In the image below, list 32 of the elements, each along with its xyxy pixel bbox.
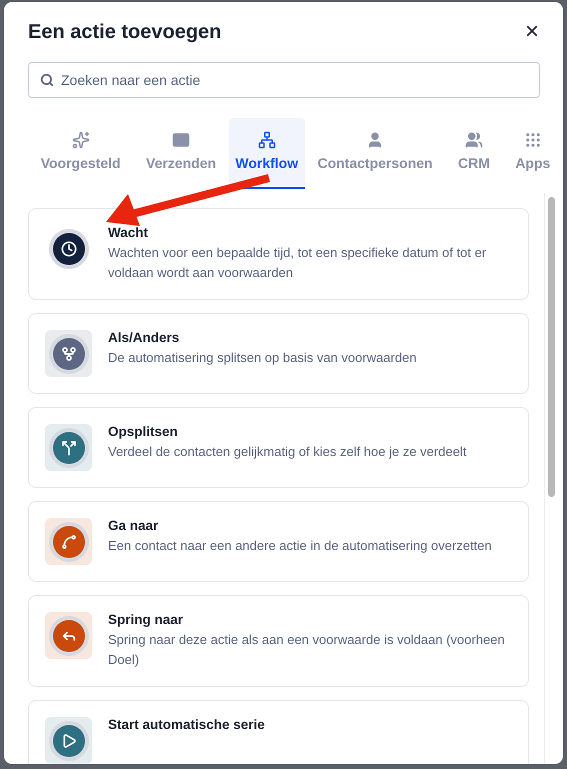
action-description: Wachten voor een bepaalde tijd, tot een specifieke datum of tot er voldaan wordt aan voorwaarden [108, 244, 488, 282]
action-card[interactable]: Als/Anders De automatisering splitsen op basis van voorwaarden [28, 313, 529, 394]
action-description: Verdeel de contacten gelijkmatig of kies zelf hoe je ze verdeelt [108, 443, 466, 461]
action-description: Een contact naar een andere actie in de automatisering overzetten [108, 537, 492, 555]
search-field[interactable]: Zoeken naar een actie [28, 62, 540, 98]
action-card[interactable]: Opsplitsen Verdeel de contacten gelijkmatig of kies zelf hoe je ze verdeelt [28, 407, 529, 488]
action-description: Spring naar deze actie als aan een voorwaarde is voldaan (voorheen Doel) [108, 631, 506, 669]
search-icon [40, 73, 54, 87]
curve-icon [60, 534, 76, 550]
sparkle-icon [72, 131, 90, 149]
grid-icon [524, 131, 542, 149]
action-card[interactable]: Ga naar Een contact naar een andere actie in de automatisering overzetten [28, 501, 529, 582]
action-title: Start automatische serie [108, 717, 265, 732]
action-card[interactable]: Wacht Wachten voor een bepaalde tijd, tot een specifieke datum of tot er voldaan wordt aan voorwaarden [28, 208, 529, 300]
action-title: Als/Anders [108, 330, 180, 345]
action-title: Opsplitsen [108, 424, 179, 439]
action-description: De automatisering splitsen op basis van voorwaarden [108, 349, 417, 367]
clock-icon [60, 240, 76, 256]
scrollbar-thumb[interactable] [548, 197, 554, 497]
action-title: Ga naar [108, 518, 160, 533]
play-icon [60, 732, 76, 748]
dialog-title: Een actie toevoegen [28, 20, 222, 44]
flowchart-icon [258, 131, 276, 149]
people-icon [464, 131, 483, 149]
close-button[interactable]: × [520, 20, 543, 44]
branch-icon [60, 346, 76, 362]
action-card[interactable]: Start automatische serie [28, 700, 529, 764]
action-title: Wacht [108, 225, 149, 240]
action-card[interactable]: Spring naar Spring naar deze actie als aan een voorwaarde is voldaan (voorheen Doel) [28, 595, 529, 687]
category-tab[interactable]: Workflow [228, 118, 305, 189]
action-title: Spring naar [108, 612, 184, 627]
split-arrows-icon [60, 440, 76, 456]
